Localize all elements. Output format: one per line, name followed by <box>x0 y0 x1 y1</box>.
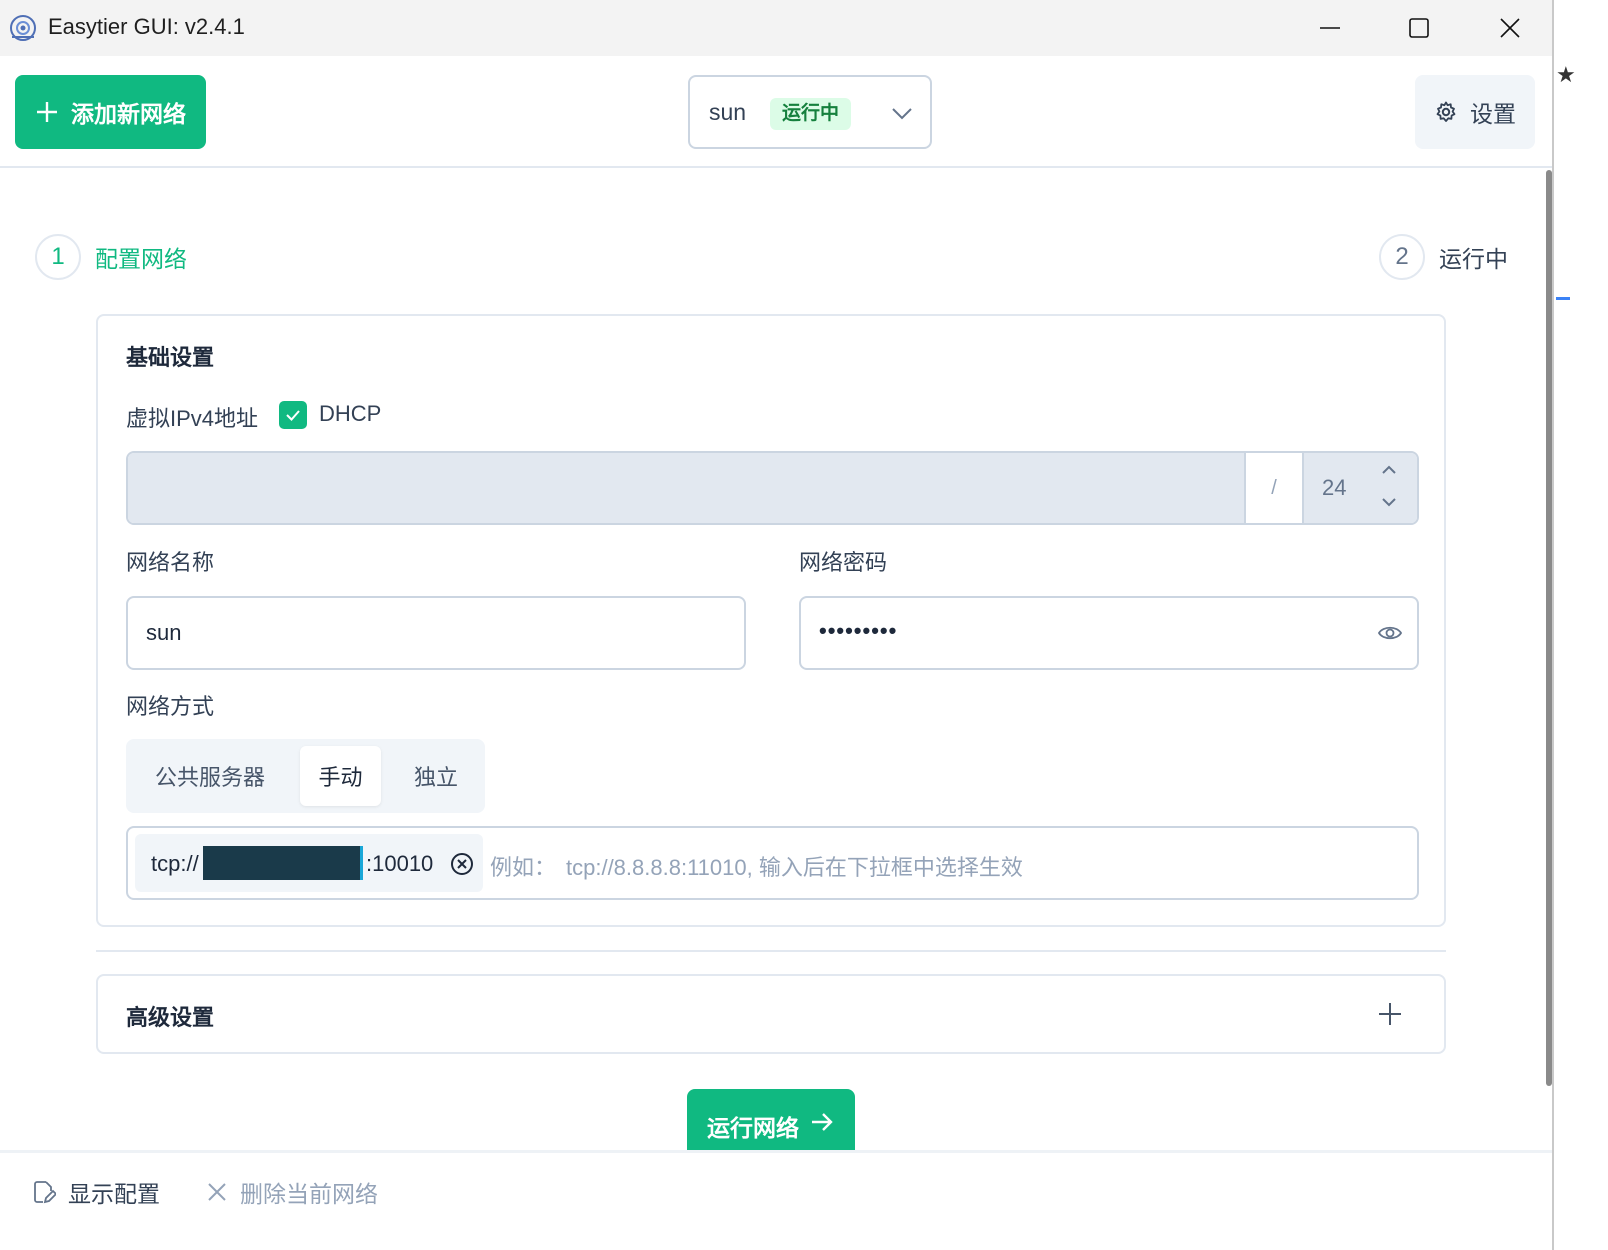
add-network-button[interactable]: 添加新网络 <box>15 75 206 149</box>
close-icon <box>208 1183 226 1201</box>
step-running: 2 运行中 <box>1379 234 1508 280</box>
virtual-ip-input[interactable] <box>128 453 1244 523</box>
header-toolbar: 添加新网络 sun 运行中 设置 <box>0 56 1552 168</box>
show-config-button[interactable]: 显示配置 <box>32 1175 160 1209</box>
peer-url-scheme: tcp:// <box>151 851 199 876</box>
section-divider <box>96 950 1446 952</box>
expand-plus-icon[interactable] <box>1376 1000 1404 1028</box>
background-glyph: ★ <box>1556 62 1576 87</box>
gear-icon <box>1436 101 1456 122</box>
plus-icon <box>37 102 57 122</box>
main-content: 1 配置网络 2 运行中 基础设置 虚拟IPv4地址 DHCP / 24 网络名… <box>0 170 1546 1150</box>
network-name-label: 网络名称 <box>126 550 215 575</box>
network-mode-label: 网络方式 <box>126 694 215 719</box>
main-scrollbar[interactable] <box>1546 170 1552 1086</box>
maximize-button[interactable] <box>1389 8 1449 48</box>
run-network-label: 运行网络 <box>707 1115 799 1141</box>
mode-manual[interactable]: 手动 <box>300 746 381 806</box>
network-secret-label: 网络密码 <box>799 550 888 575</box>
background-window-strip: ★ <box>1554 0 1608 1250</box>
network-prefix-stepper[interactable]: 24 <box>1304 453 1417 523</box>
eye-icon[interactable] <box>1377 622 1403 644</box>
background-accent-line <box>1556 297 1570 300</box>
step-configure: 1 配置网络 <box>35 234 187 280</box>
show-config-label: 显示配置 <box>68 1181 160 1207</box>
delete-network-label: 删除当前网络 <box>240 1181 378 1207</box>
basic-settings-title: 基础设置 <box>126 345 215 370</box>
ip-separator: / <box>1244 453 1304 523</box>
maximize-icon <box>1409 18 1429 38</box>
peer-urls-input[interactable]: tcp:// :10010 例如： tcp://8.8.8.8:11010, 输… <box>126 826 1419 900</box>
dhcp-checkbox[interactable] <box>279 401 307 429</box>
step-number: 1 <box>35 234 81 280</box>
peer-placeholder-label: 例如： <box>490 855 557 880</box>
advanced-settings-panel[interactable]: 高级设置 <box>96 974 1446 1054</box>
settings-button[interactable]: 设置 <box>1415 75 1535 149</box>
prefix-length-value: 24 <box>1322 475 1347 500</box>
window-title: Easytier GUI: v2.4.1 <box>48 14 245 39</box>
add-network-label: 添加新网络 <box>71 101 186 127</box>
mode-public-server[interactable]: 公共服务器 <box>132 746 288 806</box>
network-name-value: sun <box>146 620 182 645</box>
peer-url-chip: tcp:// :10010 <box>135 834 483 892</box>
mode-standalone[interactable]: 独立 <box>392 746 480 806</box>
network-status-badge: 运行中 <box>770 98 852 130</box>
close-icon <box>1500 18 1520 38</box>
step-number: 2 <box>1379 234 1425 280</box>
delete-network-button[interactable]: 删除当前网络 <box>206 1175 378 1209</box>
step-label: 运行中 <box>1439 246 1508 272</box>
remove-chip-icon[interactable] <box>449 851 475 877</box>
network-name-input[interactable]: sun <box>126 596 746 670</box>
step-label: 配置网络 <box>95 246 187 272</box>
settings-label: 设置 <box>1470 101 1516 127</box>
network-secret-input[interactable]: ••••••••• <box>799 596 1419 670</box>
network-secret-value: ••••••••• <box>819 618 898 643</box>
network-mode-selector: 公共服务器 手动 独立 <box>126 739 485 813</box>
virtual-ip-input-group: / 24 <box>126 451 1419 525</box>
selected-network-name: sun <box>709 99 747 125</box>
peer-url-port: :10010 <box>366 851 434 876</box>
window-titlebar: Easytier GUI: v2.4.1 <box>0 0 1556 56</box>
dhcp-label: DHCP <box>319 401 382 426</box>
arrow-right-icon <box>812 1113 833 1131</box>
close-button[interactable] <box>1480 8 1540 48</box>
footer-bar: 显示配置 删除当前网络 <box>0 1150 1552 1250</box>
easytier-app-icon <box>10 15 36 41</box>
network-select[interactable]: sun 运行中 <box>688 75 932 149</box>
run-network-button[interactable]: 运行网络 <box>687 1089 855 1150</box>
peer-placeholder: tcp://8.8.8.8:11010, 输入后在下拉框中选择生效 <box>566 855 1023 880</box>
advanced-settings-title: 高级设置 <box>126 1005 215 1030</box>
minimize-icon <box>1320 27 1340 29</box>
check-icon <box>286 410 300 421</box>
virtual-ipv4-label: 虚拟IPv4地址 <box>126 406 259 431</box>
chevron-up-icon[interactable] <box>1380 463 1398 477</box>
edit-document-icon <box>34 1181 56 1204</box>
chevron-down-icon <box>892 108 912 120</box>
chevron-down-icon[interactable] <box>1380 495 1398 509</box>
minimize-button[interactable] <box>1300 8 1360 48</box>
basic-settings-card: 基础设置 虚拟IPv4地址 DHCP / 24 网络名称 网络密码 sun ••… <box>96 314 1446 927</box>
redacted-address <box>203 846 363 880</box>
